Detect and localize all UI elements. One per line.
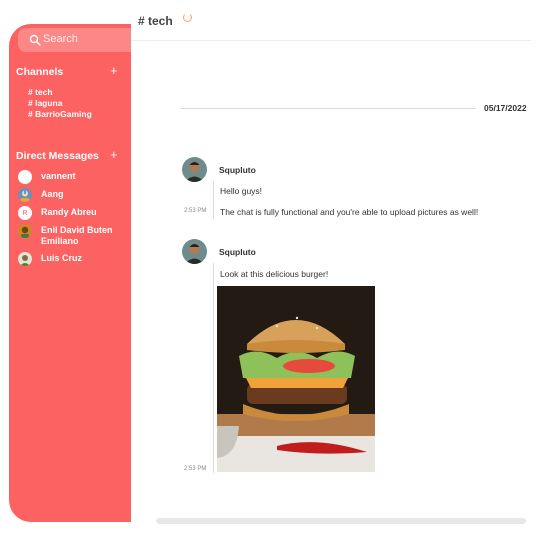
message-text: Hello guys! xyxy=(220,186,263,196)
sidebar: Search Channels + # tech # laguna # Barr… xyxy=(9,24,138,522)
channel-header-bar xyxy=(131,0,531,41)
message-author[interactable]: Squpluto xyxy=(219,165,256,175)
dm-name: vannent xyxy=(41,171,76,181)
channel-title: # tech xyxy=(138,14,173,28)
date-divider-line xyxy=(181,108,476,109)
dm-item-aang[interactable]: Aang xyxy=(18,188,130,202)
avatar xyxy=(18,170,32,184)
avatar[interactable] xyxy=(182,239,207,264)
add-direct-message-icon[interactable]: + xyxy=(110,148,118,161)
dm-name: Luis Cruz xyxy=(41,253,83,263)
dm-item-enil-david-buten-emiliano[interactable]: Enil David Buten Emiliano xyxy=(18,224,130,247)
search-icon xyxy=(29,34,41,46)
avatar xyxy=(18,224,32,238)
loading-icon xyxy=(183,13,192,22)
message-time: 2:53 PM xyxy=(184,208,207,214)
channel-item-laguna[interactable]: # laguna xyxy=(28,98,62,109)
avatar xyxy=(18,188,32,202)
date-divider-label: 05/17/2022 xyxy=(484,103,527,113)
avatar xyxy=(18,252,32,266)
message-thread-line xyxy=(213,263,214,473)
search-placeholder: Search xyxy=(43,33,78,45)
message-composer[interactable] xyxy=(156,518,526,524)
dm-item-luis-cruz[interactable]: Luis Cruz xyxy=(18,252,130,266)
dm-name: Randy Abreu xyxy=(41,207,97,217)
dm-item-randy-abreu[interactable]: R Randy Abreu xyxy=(18,206,130,220)
dm-name: Enil David Buten Emiliano xyxy=(41,225,113,246)
message-thread-line xyxy=(213,181,214,219)
add-channel-icon[interactable]: + xyxy=(110,64,118,77)
avatar[interactable] xyxy=(182,157,207,182)
channel-item-tech[interactable]: # tech xyxy=(28,87,53,98)
channel-item-barriogaming[interactable]: # BarrioGaming xyxy=(28,109,92,120)
direct-messages-title: Direct Messages xyxy=(16,150,99,162)
message-time: 2:53 PM xyxy=(184,466,207,472)
channels-title: Channels xyxy=(16,66,64,78)
search-input[interactable]: Search xyxy=(18,28,138,52)
avatar-initial: R xyxy=(18,206,32,220)
message-author[interactable]: Squpluto xyxy=(219,247,256,257)
uploaded-image-burger[interactable] xyxy=(217,286,375,472)
dm-item-vannent[interactable]: vannent xyxy=(18,170,130,184)
dm-name: Aang xyxy=(41,189,64,199)
message-text: The chat is fully functional and you're … xyxy=(220,207,479,217)
message-text: Look at this delicious burger! xyxy=(220,269,329,279)
